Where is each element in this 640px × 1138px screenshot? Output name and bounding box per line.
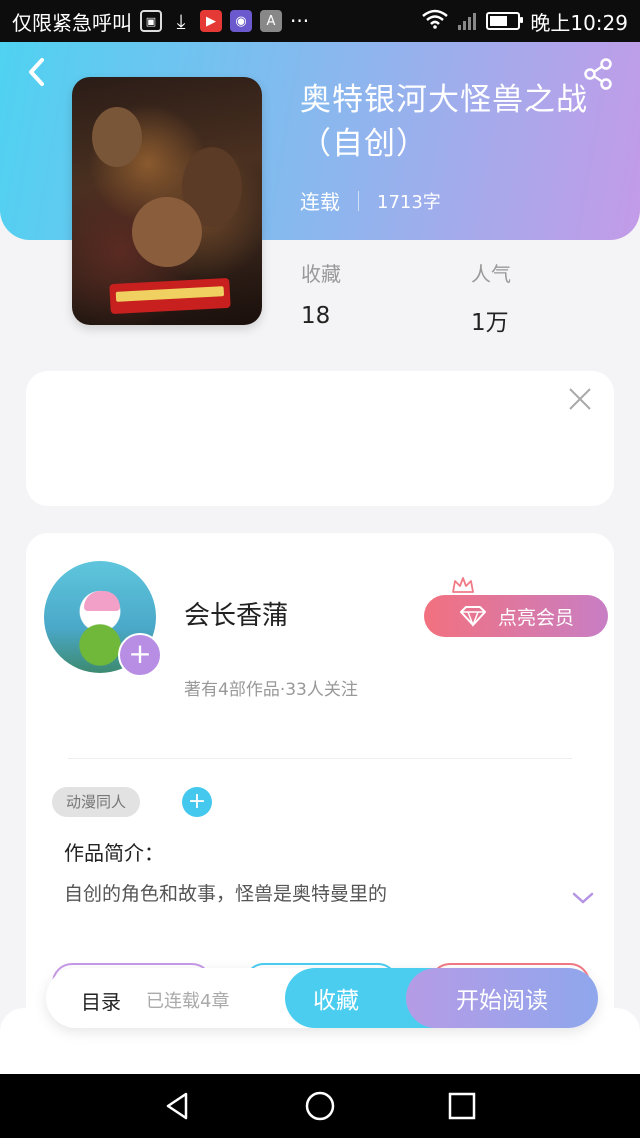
author-name[interactable]: 会长香蒲 (184, 595, 288, 632)
battery-icon (486, 12, 524, 30)
status-left: 仅限紧急呼叫 ▣ ⤓ ▶ ◉ A ··· (12, 0, 309, 42)
clock: 晚上10:29 (530, 10, 628, 35)
cover-art-shape (92, 107, 142, 167)
intro-text: 自创的角色和故事，怪兽是奥特曼里的 (64, 883, 388, 905)
notice-card (26, 371, 614, 506)
cover-logo (109, 277, 231, 315)
serial-status: 连载 (300, 190, 340, 214)
chapter-count: 已连载4章 (146, 991, 230, 1012)
stat-label: 人气 (471, 262, 511, 286)
stat-popularity: 人气 1万 (471, 258, 511, 337)
wifi-icon (422, 9, 449, 34)
signal-icon (458, 12, 477, 30)
diamond-icon (459, 606, 486, 627)
status-right: 晚上10:29 (422, 0, 628, 42)
video-icon: ▶ (200, 10, 222, 32)
nav-home-icon[interactable] (304, 1090, 336, 1122)
meta-divider (358, 190, 359, 211)
back-chevron-icon (29, 58, 44, 86)
cover-art-shape (132, 197, 202, 267)
word-count: 1713字 (377, 191, 441, 213)
author-stats: 著有4部作品·33人关注 (184, 680, 358, 700)
stat-value: 18 (301, 303, 331, 329)
navigation-bar (0, 1074, 640, 1138)
book-cover[interactable] (72, 77, 262, 325)
download-icon: ⤓ (176, 9, 186, 33)
action-bar: 目录 已连载4章 收藏 开始阅读 (46, 968, 598, 1028)
app-icon: ◉ (230, 10, 252, 32)
stat-favorites: 收藏 18 (301, 258, 341, 329)
crown-icon (452, 577, 474, 593)
tag-item[interactable]: 动漫同人 (52, 787, 141, 817)
start-reading-button[interactable]: 开始阅读 (406, 968, 598, 1028)
nav-recents-icon[interactable] (446, 1090, 478, 1122)
intro-title: 作品简介： (64, 841, 164, 865)
avatar-art-shape (84, 591, 120, 611)
stat-label: 收藏 (301, 262, 341, 286)
book-title: 奥特银河大怪兽之战（自创） (300, 82, 588, 162)
toc-button[interactable]: 目录 (81, 986, 121, 1015)
carrier-text: 仅限紧急呼叫 (12, 10, 132, 35)
status-bar: 仅限紧急呼叫 ▣ ⤓ ▶ ◉ A ··· 晚上10:29 (0, 0, 640, 42)
more-dots-icon: ··· (290, 9, 310, 33)
chevron-down-icon[interactable] (572, 891, 594, 905)
add-tag-button[interactable]: + (182, 787, 212, 817)
stat-value: 1万 (471, 310, 509, 336)
nav-back-icon[interactable] (162, 1090, 194, 1122)
follow-plus-button[interactable]: + (118, 633, 162, 677)
back-button[interactable] (22, 55, 52, 89)
book-meta: 连载 1713字 (300, 186, 441, 215)
vip-label: 点亮会员 (497, 606, 574, 629)
close-icon[interactable] (566, 385, 594, 413)
image-off-icon: ▣ (140, 10, 162, 32)
divider (68, 758, 572, 759)
a-icon: A (260, 10, 282, 32)
vip-button[interactable]: 点亮会员 (424, 595, 608, 637)
